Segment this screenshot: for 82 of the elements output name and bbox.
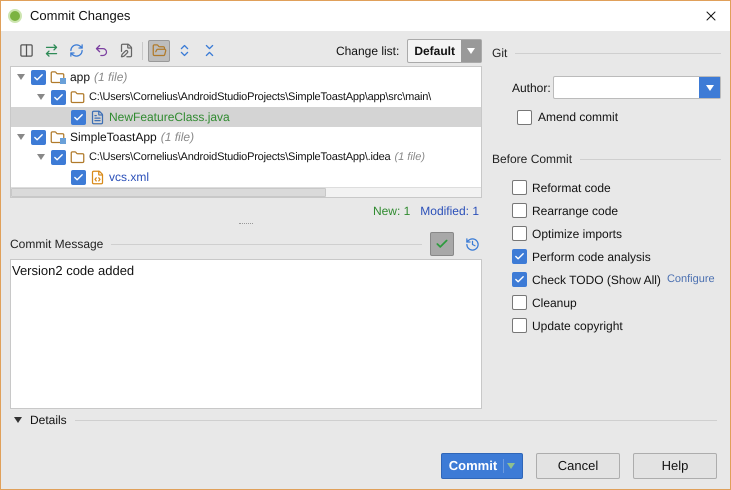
module-folder-icon [50,130,66,144]
change-list-dropdown[interactable]: Default [407,38,482,63]
expander-icon[interactable] [14,417,22,423]
checkmark-icon [53,152,64,163]
checkbox-label: Optimize imports [532,226,622,242]
tree-row[interactable]: C:\Users\Cornelius\AndroidStudioProjects\SimpleToastApp\.idea (1 file) [11,147,481,168]
checkbox[interactable] [512,295,527,310]
checkbox[interactable] [512,318,527,333]
author-label: Author: [512,80,551,96]
author-combo-box[interactable] [552,76,721,99]
commit-message-field[interactable]: Version2 code added [10,258,482,409]
checkbox[interactable] [31,130,46,145]
tree-row[interactable]: C:\Users\Cornelius\AndroidStudioProjects\SimpleToastApp\app\src\main\ [11,87,481,108]
checkbox[interactable] [71,110,86,125]
checkbox[interactable] [517,110,532,124]
details-label: Details [30,412,67,429]
change-list-label: Change list: [336,42,400,60]
dropdown-arrow-icon [467,48,475,54]
checkmark-icon [73,112,84,123]
file-count: (1 file) [160,129,194,146]
folder-icon [70,150,85,165]
checkbox[interactable] [512,272,527,287]
dropdown-arrow-icon [706,84,714,90]
checkbox[interactable] [512,226,527,241]
checkbox[interactable] [71,170,86,185]
checkbox[interactable] [512,180,527,195]
checkbox[interactable] [31,70,46,85]
xml-file-icon [90,170,105,185]
checkbox-label: Amend commit [538,109,618,126]
checkbox-label: Rearrange code [532,202,618,220]
commit-button[interactable]: Commit [441,453,523,479]
tree-row[interactable]: app (1 file) [11,67,481,88]
checkbox-label: Cleanup [532,294,577,312]
checkbox[interactable] [51,150,66,165]
tree-label: NewFeatureClass.java [109,109,230,126]
checkmark-icon [33,132,44,143]
configure-link[interactable]: Configure [666,271,715,288]
file-count: (1 file) [94,69,128,86]
checkmark-icon [514,251,525,262]
checkbox[interactable] [51,90,66,105]
module-folder-icon [50,70,66,84]
history-icon [464,236,480,252]
file-count: (1 file) [394,150,426,165]
section-title: Before Commit [492,151,572,168]
folder-icon [70,90,85,105]
commit-message-label: Commit Message [10,236,104,254]
spellcheck-toggle[interactable] [430,232,454,256]
diff-icon [18,43,34,58]
new-count: New: 1 [372,202,410,220]
checkbox-label: Perform code analysis [532,248,651,266]
tree-label: vcs.xml [109,169,149,186]
checkbox-label: Reformat code [532,180,611,196]
section-title: Git [492,45,508,62]
checkbox-label: Update copyright [532,318,623,334]
tree-label: C:\Users\Cornelius\AndroidStudioProjects\SimpleToastApp\.idea [89,150,390,165]
checkbox[interactable] [512,249,527,264]
checkbox[interactable] [512,203,527,218]
java-file-icon [90,110,105,125]
dialog-button[interactable]: Help [633,453,717,479]
checkbox-label: Check TODO (Show All) [532,272,661,288]
tree-label: app [70,69,90,86]
tree-label: SimpleToastApp [70,129,157,146]
tree-row[interactable]: SimpleToastApp (1 file) [11,127,481,148]
checkmark-icon [53,92,64,103]
tree-row[interactable]: vcs.xml [11,167,481,187]
checkmark-icon [73,172,84,183]
horizontal-scrollbar[interactable] [11,186,481,197]
toolbar-button[interactable] [148,40,170,62]
dialog-button[interactable]: Cancel [536,453,620,479]
refresh-icon [68,43,84,58]
window-title: Commit Changes [30,7,132,26]
tree-label: C:\Users\Cornelius\AndroidStudioProjects\SimpleToastApp\app\src\main\ [89,90,432,105]
checkmark-icon [33,72,44,83]
edit-file-icon [118,43,134,58]
arrows-icon [44,43,58,58]
splitter-grip-icon[interactable] [239,223,253,226]
folder-icon [152,43,166,58]
caret-icon [507,463,516,469]
undo-icon [94,43,108,58]
modified-count: Modified: 1 [420,202,479,220]
app-icon [8,9,22,23]
checkmark-icon [514,274,525,285]
